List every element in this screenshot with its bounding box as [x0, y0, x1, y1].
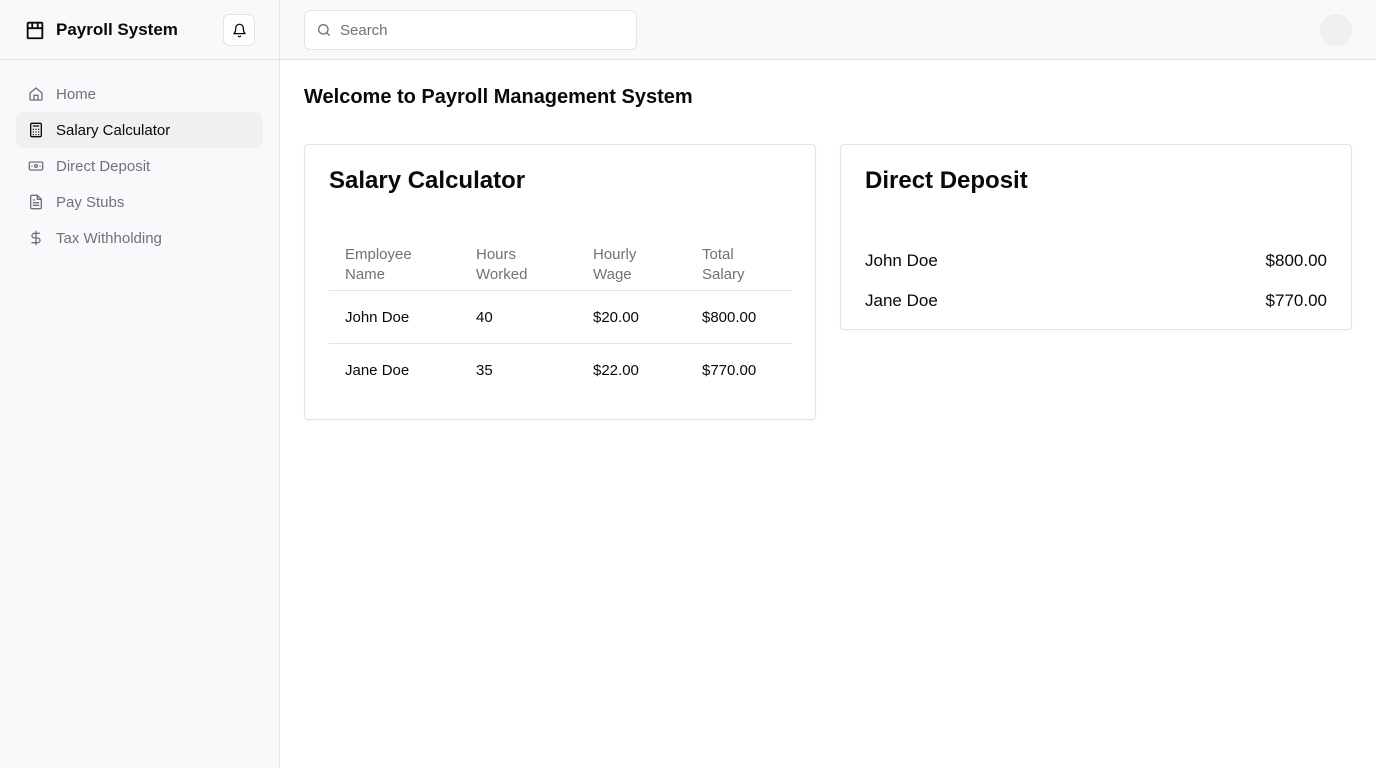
- total-salary-cell: $800.00: [686, 290, 792, 344]
- sidebar-item-salary-calculator[interactable]: Salary Calculator: [16, 112, 263, 148]
- table-header-row: Employee Name Hours Worked Hourly Wage T…: [329, 233, 792, 291]
- deposit-employee-name: Jane Doe: [865, 291, 938, 310]
- sidebar-item-label: Pay Stubs: [56, 193, 125, 211]
- notifications-button[interactable]: [223, 14, 255, 46]
- hourly-wage-cell: $22.00: [593, 361, 639, 379]
- top-bar: [280, 0, 1376, 60]
- list-item: John Doe $800.00: [865, 241, 1327, 281]
- package-icon: [24, 19, 46, 41]
- file-text-icon: [28, 194, 44, 210]
- sidebar-item-tax-withholding[interactable]: Tax Withholding: [16, 220, 263, 256]
- column-header-total-salary: Total Salary: [686, 233, 792, 291]
- list-item: Jane Doe $770.00: [865, 281, 1327, 321]
- hours-worked-cell: 40: [460, 290, 577, 344]
- search-input[interactable]: [340, 21, 620, 39]
- sidebar-item-direct-deposit[interactable]: Direct Deposit: [16, 148, 263, 184]
- user-avatar[interactable]: [1320, 14, 1352, 46]
- column-header-hourly-wage: Hourly Wage: [577, 233, 686, 291]
- sidebar-item-label: Salary Calculator: [56, 121, 171, 139]
- sidebar-item-label: Home: [56, 85, 97, 103]
- sidebar: Payroll System Home Salary Calculator Di…: [0, 0, 280, 768]
- employee-name-cell: Jane Doe: [345, 361, 410, 379]
- salary-calculator-title: Salary Calculator: [329, 167, 526, 194]
- sidebar-item-label: Direct Deposit: [56, 157, 151, 175]
- employee-name-cell: John Doe: [329, 290, 460, 344]
- page-title: Welcome to Payroll Management System: [304, 86, 693, 108]
- sidebar-nav: Home Salary Calculator Direct Deposit Pa…: [0, 60, 279, 272]
- column-header-employee-name: Employee Name: [329, 233, 460, 291]
- deposit-employee-name: John Doe: [865, 251, 938, 270]
- sidebar-item-label: Tax Withholding: [56, 229, 162, 247]
- home-icon: [28, 86, 44, 102]
- app-title: Payroll System: [56, 19, 178, 39]
- table-row: Jane Doe 35 $22.00 $770.00: [329, 344, 792, 397]
- banknote-icon: [28, 158, 44, 174]
- deposit-amount: $770.00: [1265, 291, 1327, 310]
- calculator-icon: [28, 122, 44, 138]
- search-box[interactable]: [304, 10, 637, 50]
- hours-worked-cell: 35: [476, 361, 493, 379]
- direct-deposit-card: Direct Deposit John Doe $800.00 Jane Doe…: [840, 144, 1352, 330]
- deposit-amount: $800.00: [1265, 251, 1327, 270]
- salary-table: Employee Name Hours Worked Hourly Wage T…: [329, 233, 792, 397]
- total-salary-cell: $770.00: [702, 361, 757, 379]
- sidebar-item-pay-stubs[interactable]: Pay Stubs: [16, 184, 263, 220]
- dollar-sign-icon: [28, 230, 44, 246]
- brand-bar: Payroll System: [0, 0, 279, 60]
- hourly-wage-cell: $20.00: [577, 290, 686, 344]
- sidebar-item-home[interactable]: Home: [16, 76, 263, 112]
- direct-deposit-title: Direct Deposit: [865, 167, 1028, 194]
- table-row: John Doe 40 $20.00 $800.00: [329, 290, 792, 344]
- bell-icon: [232, 23, 247, 38]
- search-icon: [316, 22, 332, 38]
- deposit-list: John Doe $800.00 Jane Doe $770.00: [865, 241, 1327, 321]
- salary-calculator-card: Salary Calculator Employee Name Hours Wo…: [304, 144, 816, 420]
- main-content: Welcome to Payroll Management System Sal…: [280, 60, 1376, 768]
- column-header-hours-worked: Hours Worked: [460, 233, 577, 291]
